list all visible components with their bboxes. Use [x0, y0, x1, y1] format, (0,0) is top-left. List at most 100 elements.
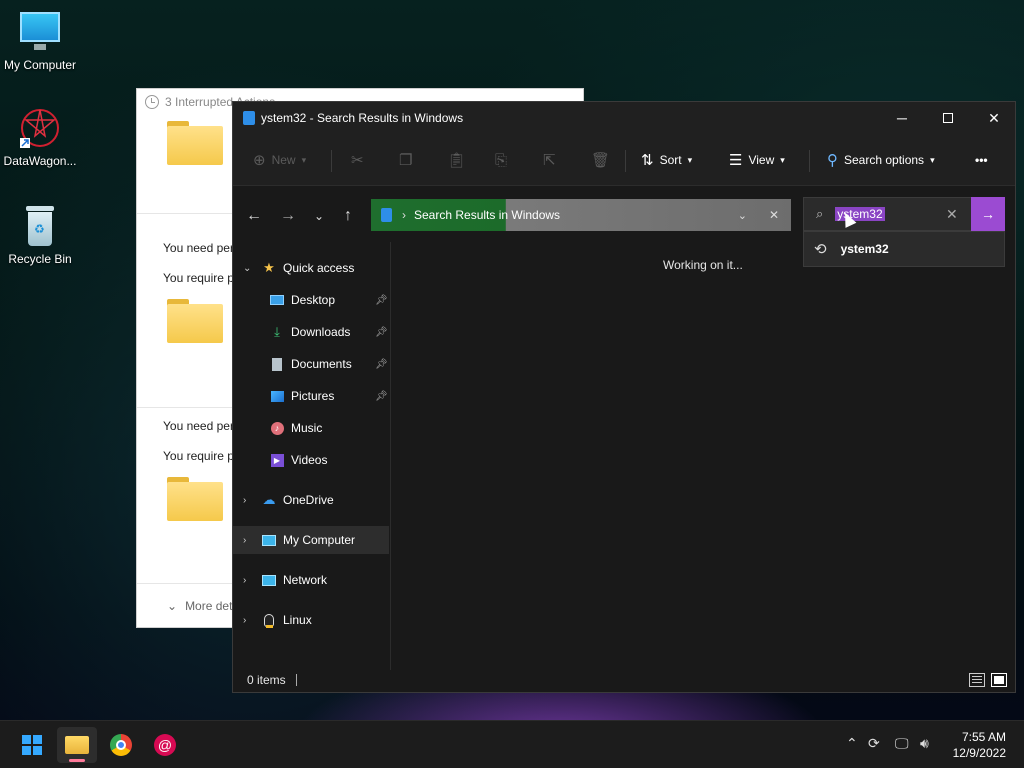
navigation-row: ← → ⌄ ↑ › Search Results in Windows ⌄ ✕ … [233, 186, 1015, 267]
back-button[interactable]: ← [242, 204, 266, 228]
sidebar-item-pictures[interactable]: Pictures 📌︎ [233, 382, 389, 410]
close-button[interactable]: ✕ [971, 102, 1017, 134]
sidebar-item-music[interactable]: ♪ Music [233, 414, 389, 442]
delete-button[interactable]: 🗑︎ [591, 148, 610, 172]
recent-locations-button[interactable]: ⌄ [307, 204, 331, 228]
desktop-icon-label: My Computer [3, 58, 77, 72]
search-options-button[interactable]: ⚲ Search options ▾ [827, 148, 935, 172]
arrow-right-icon: → [280, 207, 296, 224]
address-dropdown-button[interactable]: ⌄ [738, 209, 747, 222]
sidebar-item-onedrive[interactable]: › ☁ OneDrive [233, 486, 389, 514]
volume-icon[interactable]: 🔊︎ [920, 735, 929, 752]
close-icon: ✕ [988, 109, 1000, 126]
sidebar-item-my-computer[interactable]: › My Computer [233, 526, 389, 554]
paste-button[interactable]: 📋︎ [447, 148, 466, 172]
taskbar-debian-app[interactable]: @ [145, 727, 185, 763]
share-icon: ⇱ [543, 152, 556, 169]
chevron-down-icon: ▾ [930, 154, 935, 165]
search-suggestion-item[interactable]: ⟲ ystem32 [803, 231, 1005, 267]
navigation-pane: ⌄ ★ Quick access Desktop 📌︎ ⤓ Downloads … [233, 242, 391, 672]
pin-icon[interactable]: 📌︎ [375, 295, 388, 306]
taskbar-file-explorer[interactable] [57, 727, 97, 763]
network-icon [261, 572, 277, 588]
clear-search-button[interactable]: ✕ [946, 206, 958, 223]
desktop-icon-label: DataWagon... [3, 154, 77, 168]
sidebar-item-desktop[interactable]: Desktop 📌︎ [233, 286, 389, 314]
folder-icon [167, 299, 223, 343]
desktop-icon-recycle-bin[interactable]: ♻ Recycle Bin [0, 204, 80, 266]
pin-icon[interactable]: 📌︎ [375, 327, 388, 338]
search-input[interactable]: ⌕ ystem32 ✕ → [803, 197, 1005, 231]
folder-icon [65, 736, 89, 754]
toolbar-divider [331, 150, 332, 172]
pin-icon[interactable]: 📌︎ [375, 359, 388, 370]
details-view-button[interactable] [969, 673, 985, 687]
sidebar-item-linux[interactable]: › Linux [233, 606, 389, 634]
folder-icon [167, 121, 223, 165]
clock-time: 7:55 AM [961, 730, 1006, 744]
details-view-icon [972, 676, 982, 677]
desktop-icon-label: Recycle Bin [8, 252, 72, 266]
start-button[interactable] [12, 727, 52, 763]
copy-button[interactable]: ❐ [399, 148, 412, 172]
sidebar-item-documents[interactable]: Documents 📌︎ [233, 350, 389, 378]
taskbar-chrome[interactable] [101, 727, 141, 763]
music-icon: ♪ [269, 420, 285, 436]
maximize-button[interactable] [925, 102, 971, 134]
share-button[interactable]: ⇱ [543, 148, 556, 172]
download-icon: ⤓ [274, 324, 280, 339]
desktop-icon-datawagon[interactable]: DataWagon... [0, 106, 80, 168]
rename-button[interactable]: ⎘ [495, 148, 507, 172]
maximize-icon [943, 113, 953, 123]
more-options-button[interactable]: ••• [975, 148, 988, 172]
loading-status: Working on it... [663, 258, 743, 272]
large-icons-view-button[interactable] [991, 673, 1007, 687]
desktop-icon-my-computer[interactable]: My Computer [0, 10, 80, 72]
search-go-button[interactable]: → [971, 197, 1005, 231]
sidebar-item-videos[interactable]: ▶ Videos [233, 446, 389, 474]
address-text: Search Results in Windows [414, 208, 561, 222]
monitor-icon [18, 10, 62, 54]
address-bar[interactable]: › Search Results in Windows ⌄ ✕ [371, 199, 791, 231]
up-button[interactable]: ↑ [336, 204, 360, 228]
plus-circle-icon: ⊕ [253, 152, 266, 169]
recycle-bin-icon: ♻ [18, 204, 62, 248]
cut-button[interactable]: ✂ [351, 148, 364, 172]
desktop-icon [269, 292, 285, 308]
suggestion-text: ystem32 [840, 242, 889, 256]
item-count: 0 items [247, 673, 286, 687]
arrow-left-icon: ← [246, 207, 262, 224]
more-details-button[interactable]: ⌄ More det [167, 599, 232, 613]
show-hidden-icons-button[interactable]: ⌃ [846, 735, 858, 752]
clock-date: 12/9/2022 [952, 746, 1006, 760]
chevron-right-icon: › [243, 534, 247, 546]
forward-button[interactable]: → [276, 204, 300, 228]
arrow-right-icon: → [981, 206, 995, 222]
pin-icon[interactable]: 📌︎ [375, 391, 388, 402]
minimize-button[interactable]: ─ [879, 102, 925, 134]
new-button[interactable]: ⊕ New ▾ [253, 148, 306, 172]
dialog-message: You require p [163, 271, 234, 285]
document-icon [269, 356, 285, 372]
view-button[interactable]: ☰ View ▾ [729, 148, 785, 172]
sidebar-item-quick-access[interactable]: ⌄ ★ Quick access [233, 254, 389, 282]
copy-icon: ❐ [399, 152, 413, 169]
system-clock[interactable]: 7:55 AM 12/9/2022 [953, 729, 1006, 761]
file-list-area[interactable]: Working on it... [391, 242, 1015, 672]
window-title: ystem32 - Search Results in Windows [261, 111, 464, 125]
large-icons-view-icon [994, 676, 1004, 684]
sync-icon[interactable]: ⟳ [868, 735, 880, 752]
chevron-down-icon: ⌄ [313, 209, 325, 223]
toolbar-divider [625, 150, 626, 172]
title-bar[interactable]: ystem32 - Search Results in Windows ─ ✕ [233, 102, 1015, 134]
dialog-message: You need per [163, 241, 234, 255]
stop-search-button[interactable]: ✕ [769, 208, 779, 222]
sidebar-item-downloads[interactable]: ⤓ Downloads 📌︎ [233, 318, 389, 346]
chevron-down-icon: ▾ [780, 154, 785, 165]
sort-button[interactable]: ⇅ Sort ▾ [641, 148, 692, 172]
linux-penguin-icon [261, 612, 277, 628]
history-icon: ⟲ [814, 241, 827, 258]
sidebar-item-network[interactable]: › Network [233, 566, 389, 594]
cloud-icon: ☁ [262, 492, 276, 507]
network-status-icon[interactable]: 🖵︎ [895, 735, 909, 752]
